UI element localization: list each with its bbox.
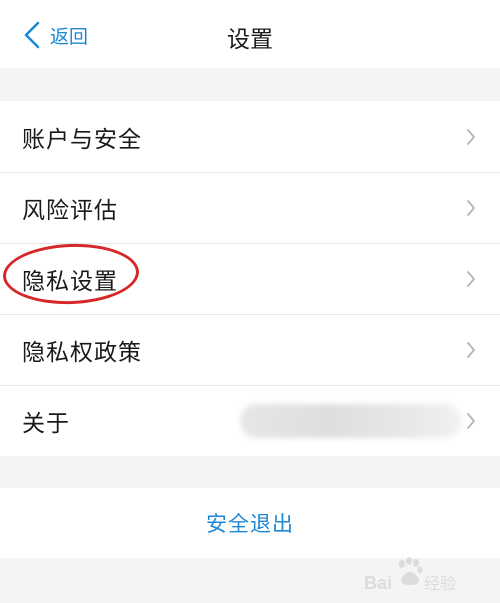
nav-bar: 返回 设置 [0,0,500,68]
menu-item-label: 关于 [22,410,70,437]
baidu-logo-icon: Bai 经验 [364,557,456,593]
menu-item-label: 隐私设置 [22,268,118,295]
menu-item-risk-assessment[interactable]: 风险评估 [0,172,500,243]
menu-item-label: 隐私权政策 [22,339,142,366]
chevron-right-icon [467,341,475,358]
logout-button[interactable]: 安全退出 [0,488,500,558]
settings-menu: 账户与安全 风险评估 隐私设置 隐私权政策 关于 [0,101,500,456]
chevron-right-icon [467,199,475,216]
baidu-watermark: Bai 经验 [362,555,472,595]
chevron-right-icon [467,412,475,429]
svg-text:Bai: Bai [364,573,392,593]
svg-text:经验: 经验 [424,575,456,593]
menu-item-label: 账户与安全 [22,126,142,153]
menu-item-account-security[interactable]: 账户与安全 [0,101,500,172]
menu-item-privacy-settings[interactable]: 隐私设置 [0,243,500,314]
chevron-right-icon [467,270,475,287]
logout-label: 安全退出 [206,512,294,536]
menu-item-privacy-policy[interactable]: 隐私权政策 [0,314,500,385]
menu-item-label: 风险评估 [22,197,118,224]
chevron-right-icon [467,128,475,145]
about-value-blurred [240,403,462,438]
page-title: 设置 [227,27,273,53]
menu-item-about[interactable]: 关于 [0,385,500,456]
